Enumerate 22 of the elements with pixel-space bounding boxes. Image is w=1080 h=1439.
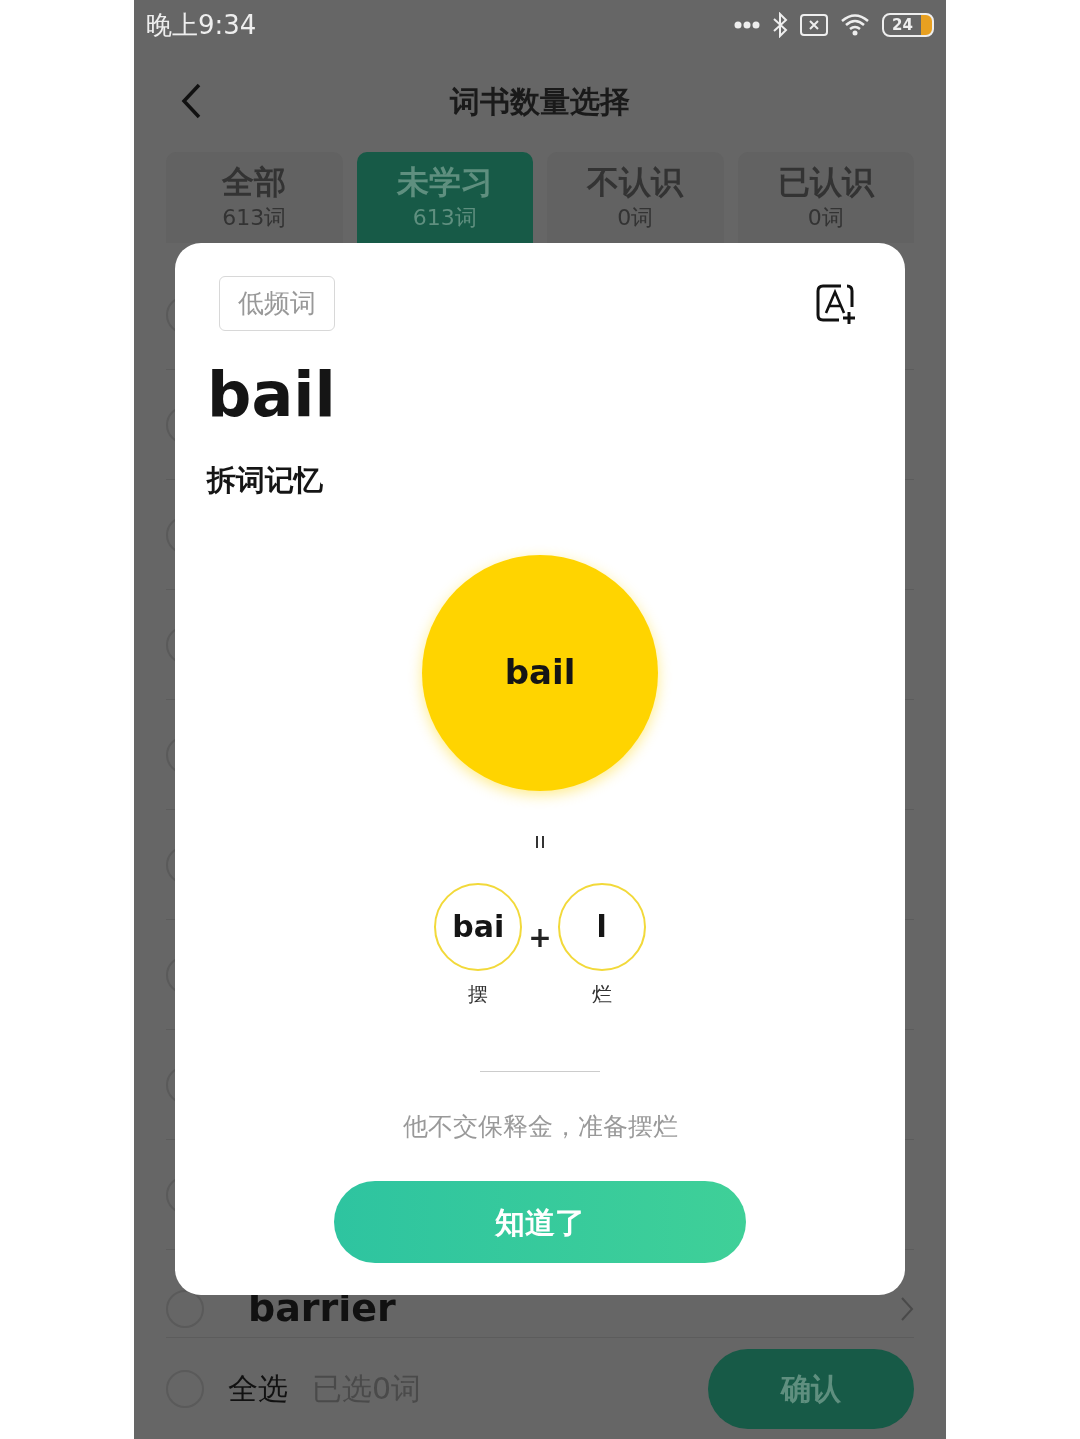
select-all-label[interactable]: 全选 [228,1366,288,1411]
add-word-icon[interactable] [815,282,857,325]
equals-icon [535,834,545,849]
back-icon[interactable] [180,83,202,119]
bluetooth-icon [772,12,788,38]
sim-icon [800,14,828,36]
word-title: bail [207,359,336,431]
tab[interactable]: 未学习 613词 [356,152,533,243]
frequency-tag: 低频词 [219,276,335,331]
part-meaning: 烂 [591,980,612,1008]
part-meaning: 摆 [468,980,489,1008]
page-title: 词书数量选择 [450,82,630,121]
section-title: 拆词记忆 [207,462,323,499]
word-text: barrier [248,1285,396,1332]
memory-sentence: 他不交保释金，准备摆烂 [402,1110,678,1143]
dots-icon [734,21,760,29]
plus-sign: + [528,919,552,956]
status-time: 晚上9:34 [146,8,257,42]
confirm-button[interactable]: 确认 [708,1348,914,1429]
wifi-icon [840,13,870,37]
got-it-button[interactable]: 知道了 [334,1181,746,1263]
battery-indicator: 24 [882,13,934,37]
